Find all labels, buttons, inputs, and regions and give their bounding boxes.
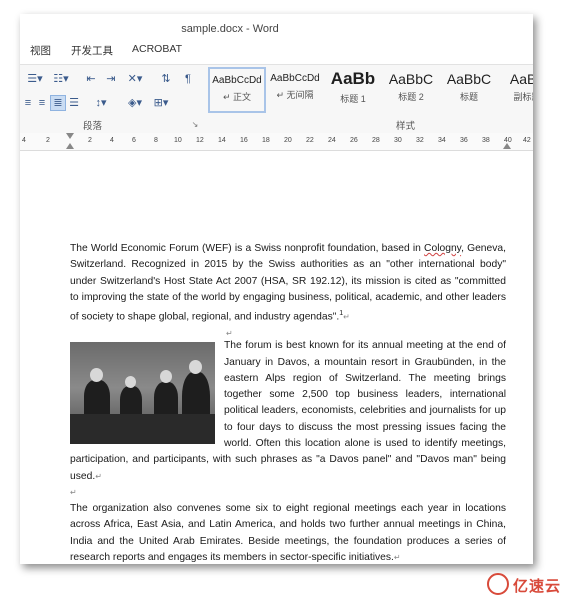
style-name: ↵ 无间隔 bbox=[276, 90, 314, 100]
paragraph-dialog-launcher-icon[interactable]: ↘ bbox=[190, 118, 200, 132]
ruler-tick: 4 bbox=[110, 137, 114, 144]
styles-gallery: AaBbCcDd ↵ 正文 AaBbCcDd ↵ 无间隔 AaBb 标题 1 A… bbox=[208, 65, 533, 117]
style-heading-2[interactable]: AaBbC 标题 2 bbox=[382, 67, 440, 113]
style-normal[interactable]: AaBbCcDd ↵ 正文 bbox=[208, 67, 266, 113]
style-sample: AaBbC bbox=[446, 71, 492, 87]
style-name: 标题 bbox=[459, 92, 478, 102]
menu-acrobat[interactable]: ACROBAT bbox=[132, 43, 182, 55]
borders-icon[interactable]: ⊞▾ bbox=[150, 96, 172, 110]
title-bar: sample.docx - Word bbox=[20, 14, 533, 40]
paragraph-mark: ↵ bbox=[343, 312, 350, 322]
style-heading-1[interactable]: AaBb 标题 1 bbox=[324, 67, 382, 113]
ruler-tick: 18 bbox=[262, 137, 270, 144]
ruler-tick: 12 bbox=[196, 137, 204, 144]
ruler-tick: 2 bbox=[88, 137, 92, 144]
bullets-icon[interactable]: ☰▾ bbox=[24, 72, 46, 86]
empty-paragraph: ↵ bbox=[70, 485, 506, 501]
numbering-icon[interactable]: ☷▾ bbox=[50, 72, 72, 86]
davos-meeting-photo[interactable] bbox=[70, 342, 215, 445]
style-title[interactable]: AaBbC 标题 bbox=[440, 67, 498, 113]
menu-bar: 视图 开发工具 ACROBAT bbox=[20, 41, 533, 61]
style-no-spacing[interactable]: AaBbCcDd ↵ 无间隔 bbox=[266, 67, 324, 113]
ruler-tick: 14 bbox=[218, 137, 226, 144]
word-window: sample.docx - Word 视图 开发工具 ACROBAT ☰▾ ☷▾… bbox=[20, 14, 533, 564]
horizontal-ruler[interactable]: 4 2 2 4 6 8 10 12 14 16 18 20 22 24 26 2… bbox=[20, 133, 533, 151]
show-marks-icon[interactable]: ¶ bbox=[180, 72, 196, 86]
style-sample: AaBbCcDd bbox=[270, 73, 320, 84]
ruler-tick: 8 bbox=[154, 137, 158, 144]
shading-icon[interactable]: ◈▾ bbox=[124, 96, 146, 110]
watermark-text: 亿速云 bbox=[512, 578, 561, 595]
line-spacing-icon[interactable]: ↕▾ bbox=[90, 96, 112, 110]
style-sample: AaBb bbox=[330, 69, 376, 88]
ruler-tick: 30 bbox=[394, 137, 402, 144]
ruler-tick: 34 bbox=[438, 137, 446, 144]
ruler-tick: 32 bbox=[416, 137, 424, 144]
ruler-tick: 22 bbox=[306, 137, 314, 144]
spelling-error-word[interactable]: Cologny bbox=[424, 243, 461, 254]
align-left-icon[interactable]: ≡ bbox=[22, 96, 34, 110]
window-title: sample.docx - Word bbox=[181, 23, 279, 35]
ruler-tick: 16 bbox=[240, 137, 248, 144]
p1-text-b: , Geneva, Switzerland. Recognized in 201… bbox=[70, 243, 506, 323]
distribute-icon[interactable]: ☰ bbox=[68, 96, 80, 110]
site-watermark: 亿速云 bbox=[486, 573, 561, 596]
document-page[interactable]: The World Economic Forum (WEF) is a Swis… bbox=[20, 151, 533, 564]
document-body[interactable]: The World Economic Forum (WEF) is a Swis… bbox=[70, 241, 506, 564]
ruler-tick: 28 bbox=[372, 137, 380, 144]
decrease-indent-icon[interactable]: ⇤ bbox=[82, 72, 100, 86]
paragraph-group-label: 段落 bbox=[83, 121, 103, 132]
menu-view[interactable]: 视图 bbox=[30, 43, 51, 58]
increase-indent-icon[interactable]: ⇥ bbox=[102, 72, 120, 86]
ruler-tick: 26 bbox=[350, 137, 358, 144]
paragraph-mark: ↵ bbox=[95, 471, 102, 481]
chinese-layout-icon[interactable]: ✕▾ bbox=[124, 72, 146, 86]
paragraph-1[interactable]: The World Economic Forum (WEF) is a Swis… bbox=[70, 241, 506, 326]
menu-developer[interactable]: 开发工具 bbox=[71, 43, 113, 58]
p1-text-a: The World Economic Forum (WEF) is a Swis… bbox=[70, 243, 425, 254]
justify-icon[interactable]: ≣ bbox=[50, 95, 66, 111]
ruler-tick: 2 bbox=[46, 137, 50, 144]
style-subtitle[interactable]: AaBb 副标题 bbox=[498, 67, 533, 113]
ruler-tick: 4 bbox=[22, 137, 26, 144]
sort-icon[interactable]: ⇅ bbox=[158, 72, 174, 86]
ruler-tick: 20 bbox=[284, 137, 292, 144]
ruler-tick: 38 bbox=[482, 137, 490, 144]
ribbon: ☰▾ ☷▾ ⇤ ⇥ ✕▾ ⇅ ¶ ≡ ≡ ≣ ☰ ↕▾ ◈▾ ⊞▾ 段落 ↘ 样… bbox=[20, 64, 533, 134]
paragraph-2[interactable]: The forum is best known for its annual m… bbox=[70, 338, 506, 485]
paragraph-3[interactable]: The organization also convenes some six … bbox=[70, 501, 506, 564]
ruler-tick: 24 bbox=[328, 137, 336, 144]
right-indent-marker[interactable] bbox=[503, 143, 511, 149]
p3-text: The organization also convenes some six … bbox=[70, 503, 506, 564]
hanging-indent-marker[interactable] bbox=[66, 143, 74, 149]
style-name: 标题 1 bbox=[340, 94, 366, 104]
paragraph-mark: ↵ bbox=[70, 487, 77, 497]
align-center-icon[interactable]: ≡ bbox=[36, 96, 48, 110]
style-sample: AaBbCcDd bbox=[212, 75, 262, 86]
paragraph-mark: ↵ bbox=[226, 328, 233, 338]
ruler-tick: 10 bbox=[174, 137, 182, 144]
style-name: ↵ 正文 bbox=[222, 92, 252, 102]
paragraph-mark: ↵ bbox=[393, 553, 401, 563]
ruler-tick: 36 bbox=[460, 137, 468, 144]
ruler-tick: 6 bbox=[132, 137, 136, 144]
style-name: 标题 2 bbox=[398, 92, 424, 102]
watermark-logo-icon bbox=[486, 573, 509, 595]
ruler-tick: 42 bbox=[523, 137, 531, 144]
photo-figure-head bbox=[160, 370, 172, 384]
first-line-indent-marker[interactable] bbox=[66, 133, 74, 139]
photo-table bbox=[70, 414, 215, 445]
style-sample: AaBb bbox=[509, 71, 533, 87]
style-name: 副标题 bbox=[513, 92, 533, 102]
style-sample: AaBbC bbox=[388, 71, 434, 87]
styles-group-label: 样式 bbox=[396, 121, 416, 132]
